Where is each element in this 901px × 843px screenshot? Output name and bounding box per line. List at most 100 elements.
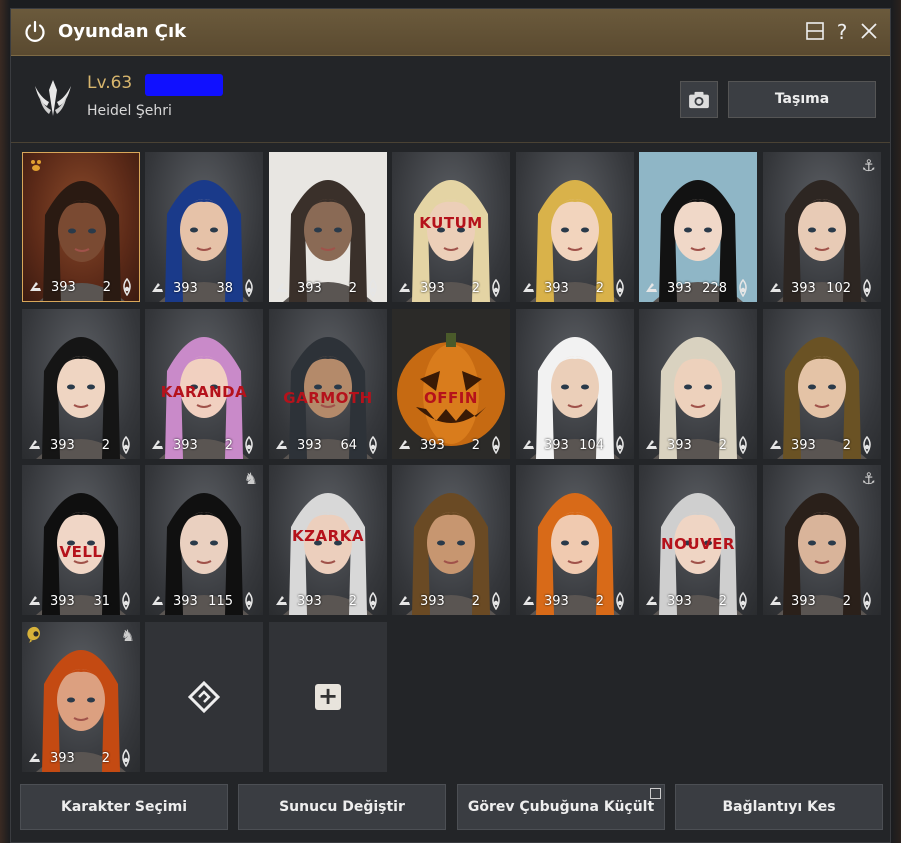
gear-score: 393 (667, 281, 692, 296)
window-icon[interactable] (804, 21, 826, 43)
minimize-label: Görev Çubuğuna Küçült (467, 799, 655, 815)
character-stats: 393 2 (269, 587, 387, 615)
gear-score: 393 (173, 281, 198, 296)
gear-icon (150, 280, 166, 296)
character-name-label: KARANDA (160, 383, 248, 401)
character-card[interactable]: 393 2 (392, 465, 510, 615)
change-server-button[interactable]: Sunucu Değiştir (238, 784, 446, 830)
character-card[interactable]: VELL 393 31 (22, 465, 140, 615)
character-card[interactable]: 393 2 (269, 152, 387, 302)
character-card[interactable]: 393 38 (145, 152, 263, 302)
gear-icon (27, 593, 43, 609)
background-left (0, 0, 10, 843)
character-stats: 393 2 (23, 273, 139, 301)
gear-score: 393 (791, 438, 816, 453)
character-card[interactable]: KARANDA 393 2 (145, 309, 263, 459)
energy-icon (365, 435, 381, 455)
plus-icon: + (315, 684, 341, 710)
gear-icon (644, 593, 660, 609)
energy-icon (735, 591, 751, 611)
character-name-label: VELL (59, 543, 103, 561)
energy-icon (488, 435, 504, 455)
energy-icon (118, 591, 134, 611)
character-card[interactable]: ⚓ 393 102 (763, 152, 881, 302)
character-name-label: NOUVER (661, 535, 735, 553)
energy-icon (612, 435, 628, 455)
energy-count: 2 (101, 438, 110, 453)
gear-score: 393 (51, 280, 76, 295)
screenshot-button[interactable] (680, 81, 718, 118)
gear-icon (397, 593, 413, 609)
energy-icon (118, 748, 134, 768)
energy-icon (488, 278, 504, 298)
character-stats: 393 64 (269, 431, 387, 459)
energy-icon (118, 435, 134, 455)
energy-count: 2 (718, 438, 727, 453)
location-badge-icon (27, 626, 45, 648)
character-stats: 393 2 (516, 587, 634, 615)
energy-count: 2 (101, 751, 110, 766)
energy-icon (119, 277, 135, 297)
character-stats: 393 228 (639, 274, 757, 302)
energy-icon (735, 278, 751, 298)
energy-count: 2 (842, 438, 851, 453)
character-stats: 393 2 (763, 587, 881, 615)
disconnect-button[interactable]: Bağlantıyı Kes (675, 784, 883, 830)
gear-score: 393 (791, 594, 816, 609)
minimize-to-tray-button[interactable]: Görev Çubuğuna Küçült (457, 784, 665, 830)
character-card[interactable]: ♞ 393 2 (22, 622, 140, 772)
add-character-slot[interactable]: + (269, 622, 387, 772)
horse-icon: ♞ (120, 626, 135, 645)
character-card[interactable]: GARMOTH 393 64 (269, 309, 387, 459)
character-card[interactable]: 393 104 (516, 309, 634, 459)
character-card[interactable]: 393 2 (22, 309, 140, 459)
character-card[interactable]: ♞ 393 115 (145, 465, 263, 615)
character-card[interactable]: 393 2 (639, 309, 757, 459)
character-card[interactable]: 393 2 (763, 309, 881, 459)
help-icon[interactable]: ? (831, 21, 853, 43)
character-card[interactable]: 393 2 (22, 152, 140, 302)
gear-icon (397, 280, 413, 296)
character-card[interactable]: OFFIN 393 2 (392, 309, 510, 459)
character-location: Heidel Şehri (87, 103, 172, 119)
gear-score: 393 (50, 438, 75, 453)
character-select-button[interactable]: Karakter Seçimi (20, 784, 228, 830)
energy-count: 228 (702, 281, 727, 296)
character-card[interactable]: ⚓ 393 2 (763, 465, 881, 615)
gear-score: 393 (544, 281, 569, 296)
gear-icon (150, 593, 166, 609)
character-name-label: OFFIN (424, 389, 478, 407)
energy-count: 38 (216, 281, 233, 296)
character-header: Lv.63 Heidel Şehri Taşıma (11, 56, 890, 143)
character-name-label: KUTUM (419, 214, 483, 232)
close-icon[interactable] (858, 21, 880, 43)
character-card[interactable]: 393 2 (516, 465, 634, 615)
character-card[interactable]: 393 228 (639, 152, 757, 302)
gear-icon (521, 280, 537, 296)
energy-icon (241, 591, 257, 611)
energy-count: 2 (471, 594, 480, 609)
character-card[interactable]: NOUVER 393 2 (639, 465, 757, 615)
energy-count: 31 (93, 594, 110, 609)
slot-diamond-icon (188, 681, 220, 713)
character-stats: 393 2 (516, 274, 634, 302)
character-stats: 393 2 (763, 431, 881, 459)
energy-count: 2 (595, 594, 604, 609)
exit-game-window: Oyundan Çık ? Lv.63 Heidel Şehri Taşıma … (10, 8, 891, 843)
external-window-icon (650, 788, 661, 799)
gear-score: 393 (544, 438, 569, 453)
gear-icon (397, 437, 413, 453)
energy-count: 2 (471, 281, 480, 296)
character-stats: 393 38 (145, 274, 263, 302)
gear-score: 393 (420, 438, 445, 453)
character-card[interactable]: KUTUM 393 2 (392, 152, 510, 302)
gear-score: 393 (420, 594, 445, 609)
character-grid: 393 2 393 38 393 2 KUTUM 393 2 393 2 393 228 ⚓ 393 102 3… (22, 152, 882, 776)
empty-character-slot[interactable] (145, 622, 263, 772)
anchor-icon: ⚓ (861, 156, 876, 175)
character-card[interactable]: KZARKA 393 2 (269, 465, 387, 615)
character-card[interactable]: 393 2 (516, 152, 634, 302)
move-button[interactable]: Taşıma (728, 81, 876, 118)
energy-icon (859, 591, 875, 611)
gear-score: 393 (173, 438, 198, 453)
